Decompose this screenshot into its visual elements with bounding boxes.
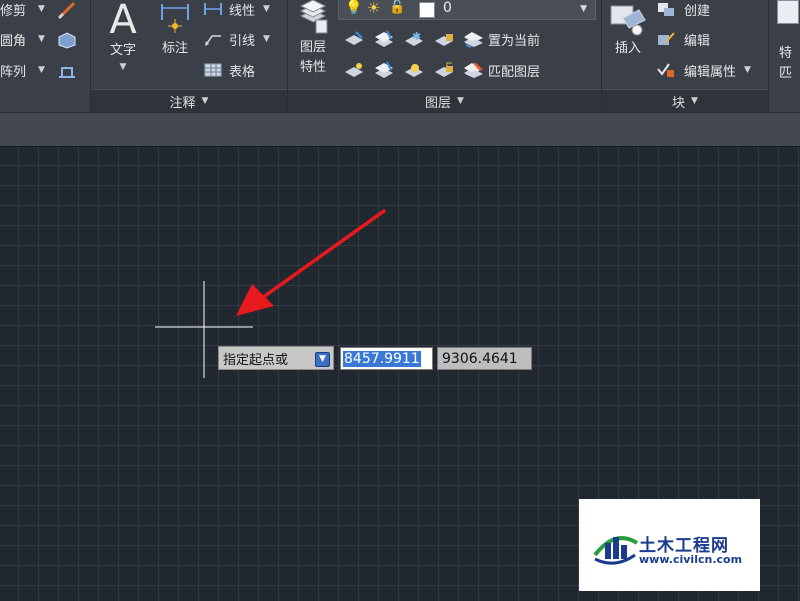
chevron-down-icon[interactable]: ▼ <box>120 62 127 72</box>
fillet-label: 圆角 <box>0 33 27 49</box>
layer-dropdown[interactable]: 💡 ☀ 🔓 0 ▼ <box>338 0 596 20</box>
layer-properties-button[interactable]: 图层 特性 <box>294 0 332 78</box>
y-coordinate-value: 9306.4641 <box>442 350 518 367</box>
set-current-button[interactable]: 置为当前 <box>462 28 540 50</box>
watermark-url: www.civilcn.com <box>639 553 743 566</box>
create-label: 创建 <box>684 3 711 19</box>
offset-icon[interactable] <box>56 60 78 80</box>
layer-lock-icon[interactable] <box>433 30 455 48</box>
linear-label: 线性 <box>229 3 256 19</box>
edit-block-icon <box>658 32 675 45</box>
linear-dim-icon <box>204 3 222 15</box>
array-label: 阵列 <box>0 64 27 80</box>
chevron-down-icon[interactable]: ▼ <box>38 65 45 75</box>
text-label: 文字 <box>109 43 136 58</box>
chevron-down-icon[interactable]: ▼ <box>580 4 587 14</box>
watermark-logo: 土木工程网 www.civilcn.com <box>579 499 760 591</box>
layer-on-icon[interactable] <box>343 61 365 79</box>
properties-icon[interactable] <box>777 0 799 24</box>
block-panel: 插入 创建 编辑 编辑属性 ▼ 块 ▼ <box>602 0 769 112</box>
chevron-down-icon[interactable]: ▼ <box>744 65 751 75</box>
x-coordinate-value: 8457.9911 <box>343 350 421 367</box>
layer-properties-label-2: 特性 <box>299 60 326 75</box>
dimension-icon <box>161 4 189 33</box>
modify-panel: 修剪 ▼ 圆角 ▼ 阵列 ▼ <box>0 0 91 112</box>
edit-attributes-icon <box>657 63 674 77</box>
file-tab-strip <box>0 112 800 147</box>
array-button[interactable]: 阵列 ▼ <box>0 59 45 81</box>
current-layer-name: 0 <box>443 0 452 16</box>
table-icon <box>204 63 222 77</box>
chevron-down-icon[interactable]: ▼ <box>263 34 270 44</box>
match-layer-icon <box>464 62 481 77</box>
prompt-text: 指定起点或 <box>223 352 289 368</box>
set-current-icon <box>464 32 480 48</box>
brush-icon[interactable] <box>56 0 78 20</box>
layers-panel: 图层 特性 💡 ☀ 🔓 0 ▼ ✱ 置为当前 匹配图层 图层 ▼ <box>288 0 602 112</box>
table-label: 表格 <box>229 64 256 80</box>
insert-button[interactable]: 插入 <box>608 0 648 60</box>
layer-off-icon[interactable] <box>343 30 365 48</box>
edit-attributes-button[interactable]: 编辑属性 ▼ <box>656 59 751 81</box>
layer-stack-icon <box>299 0 328 34</box>
lightbulb-icon: 💡 <box>345 0 363 16</box>
chevron-down-icon[interactable]: ▼ <box>202 96 209 106</box>
dynamic-input-prompt: 指定起点或 ▼ <box>218 346 334 370</box>
svg-text:✱: ✱ <box>412 30 421 43</box>
insert-block-icon <box>610 5 646 36</box>
annotation-panel: A 文字 ▼ 标注 线性 ▼ 引线 ▼ 表格 注释 ▼ <box>91 0 288 112</box>
color-swatch <box>419 2 435 18</box>
sun-icon: ☀ <box>367 0 381 17</box>
insert-label: 插入 <box>614 41 641 56</box>
block-title: 块 <box>672 95 686 111</box>
properties-label-2: 匹 <box>779 66 793 81</box>
fillet-button[interactable]: 圆角 ▼ <box>0 28 45 50</box>
layer-freeze-icon[interactable]: ✱ <box>403 30 425 48</box>
layer-unisolate-icon[interactable] <box>373 61 395 79</box>
create-block-button[interactable]: 创建 <box>656 0 710 20</box>
y-coordinate-input[interactable]: 9306.4641 <box>437 347 532 370</box>
properties-panel: 特 匹 <box>769 0 800 112</box>
chevron-down-icon[interactable]: ▼ <box>38 4 45 14</box>
layer-properties-label-1: 图层 <box>299 40 326 55</box>
block-panel-title[interactable]: 块 ▼ <box>602 89 768 112</box>
trim-label: 修剪 <box>0 3 27 19</box>
layers-panel-title[interactable]: 图层 ▼ <box>288 89 601 112</box>
set-current-label: 置为当前 <box>488 33 541 49</box>
create-block-icon <box>658 3 674 16</box>
edit-block-button[interactable]: 编辑 <box>656 28 710 50</box>
layer-isolate-icon[interactable] <box>373 30 395 48</box>
layer-unlock-icon[interactable] <box>433 61 455 79</box>
trim-button[interactable]: 修剪 ▼ <box>0 0 45 20</box>
annotation-title: 注释 <box>169 95 196 111</box>
annotation-panel-title[interactable]: 注释 ▼ <box>91 89 287 112</box>
options-down-arrow-icon[interactable]: ▼ <box>315 352 330 367</box>
linear-button[interactable]: 线性 ▼ <box>203 0 270 20</box>
chevron-down-icon[interactable]: ▼ <box>457 96 464 106</box>
unlock-icon: 🔓 <box>389 0 406 15</box>
text-a-icon: A <box>109 0 137 43</box>
chevron-down-icon[interactable]: ▼ <box>263 4 270 14</box>
layer-thaw-icon[interactable] <box>403 61 425 79</box>
dimension-label: 标注 <box>161 41 188 56</box>
leader-icon <box>205 35 221 46</box>
match-layer-button[interactable]: 匹配图层 <box>462 59 540 81</box>
table-button[interactable]: 表格 <box>203 59 255 81</box>
ribbon: 修剪 ▼ 圆角 ▼ 阵列 ▼ A 文字 ▼ 标注 线性 ▼ 引线 ▼ 表格 注释… <box>0 0 800 112</box>
layers-title: 图层 <box>425 95 452 111</box>
x-coordinate-input[interactable]: 8457.9911 <box>340 347 433 370</box>
dimension-button[interactable]: 标注 <box>155 0 195 60</box>
leader-label: 引线 <box>229 33 256 49</box>
text-button[interactable]: A 文字 ▼ <box>105 0 141 72</box>
box-icon[interactable] <box>56 29 78 49</box>
properties-label-1: 特 <box>779 46 793 61</box>
chevron-down-icon[interactable]: ▼ <box>38 34 45 44</box>
chevron-down-icon[interactable]: ▼ <box>691 96 698 106</box>
civil-logo-icon <box>593 536 639 565</box>
edit-attributes-label: 编辑属性 <box>684 64 737 80</box>
edit-label: 编辑 <box>684 33 711 49</box>
match-layer-label: 匹配图层 <box>488 64 541 80</box>
leader-button[interactable]: 引线 ▼ <box>203 28 270 50</box>
